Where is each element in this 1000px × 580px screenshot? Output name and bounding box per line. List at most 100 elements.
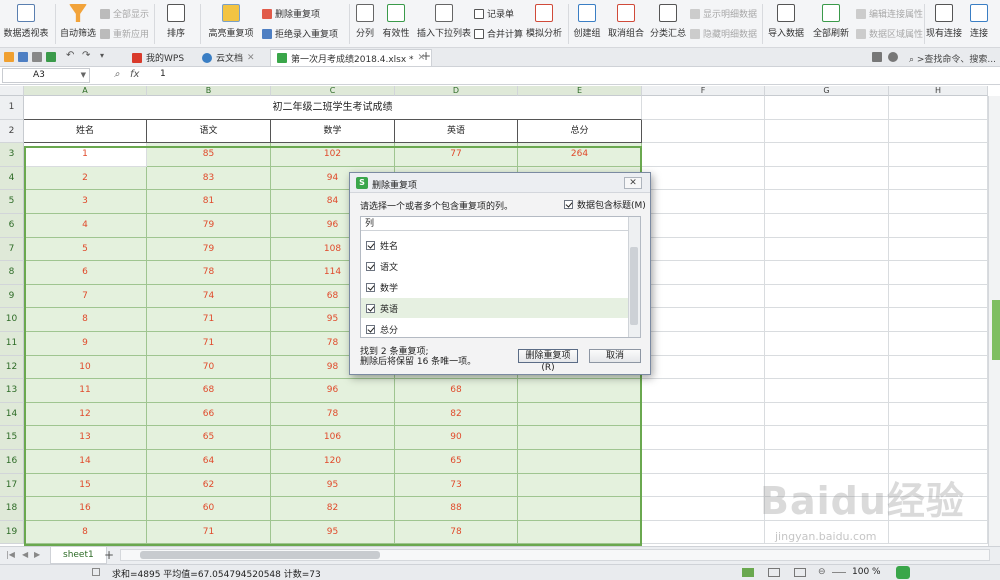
normal-view-icon[interactable] xyxy=(742,568,754,577)
tab-active-document[interactable]: 第一次月考成绩2018.4.xlsx * ✕ xyxy=(270,49,433,66)
row-header[interactable]: 5 xyxy=(0,190,24,214)
empty-cell[interactable] xyxy=(889,119,988,144)
data-cell[interactable]: 4 xyxy=(24,214,147,238)
column-list-item[interactable]: 数学 xyxy=(361,277,629,297)
empty-cell[interactable] xyxy=(889,332,988,356)
row-header[interactable]: 3 xyxy=(0,143,24,167)
data-cell[interactable]: 106 xyxy=(271,426,395,450)
data-cell[interactable]: 64 xyxy=(147,450,271,474)
empty-cell[interactable] xyxy=(642,308,765,332)
data-cell[interactable]: 16 xyxy=(24,497,147,521)
row-header[interactable]: 11 xyxy=(0,332,24,356)
empty-cell[interactable] xyxy=(765,166,889,191)
header-cell[interactable]: 总分 xyxy=(518,119,642,144)
page-layout-icon[interactable] xyxy=(768,568,780,577)
row-header[interactable]: 12 xyxy=(0,355,24,380)
data-cell[interactable] xyxy=(518,402,642,427)
header-cell[interactable]: 数学 xyxy=(271,119,395,144)
row-header[interactable]: 9 xyxy=(0,284,24,309)
tab-cloud-docs[interactable]: 云文档 ✕ xyxy=(196,49,261,66)
close-button[interactable]: ✕ xyxy=(624,177,642,189)
checkbox-checked[interactable] xyxy=(366,240,375,250)
new-tab-icon[interactable]: + xyxy=(421,49,431,63)
highlight-duplicates-button[interactable]: 高亮重复项 xyxy=(204,0,258,48)
empty-cell[interactable] xyxy=(642,379,765,403)
empty-cell[interactable] xyxy=(642,96,765,120)
column-header-e[interactable]: E xyxy=(518,86,642,96)
first-sheet-icon[interactable]: |◀ xyxy=(6,550,15,559)
data-cell[interactable]: 65 xyxy=(147,426,271,450)
print-icon[interactable] xyxy=(32,52,42,62)
header-cell[interactable]: 语文 xyxy=(147,119,271,144)
data-cell[interactable]: 65 xyxy=(395,450,518,474)
data-cell[interactable]: 88 xyxy=(395,497,518,521)
sheet-title-cell[interactable]: 初二年级二班学生考试成绩 xyxy=(24,96,642,120)
data-cell[interactable]: 79 xyxy=(147,237,271,262)
empty-cell[interactable] xyxy=(889,166,988,191)
undo-icon[interactable]: ↶ xyxy=(66,50,76,61)
simulate-analysis-button[interactable]: 模拟分析 xyxy=(524,0,564,48)
empty-cell[interactable] xyxy=(889,402,988,427)
ungroup-button[interactable]: 取消组合 xyxy=(604,0,648,48)
row-header[interactable]: 7 xyxy=(0,237,24,262)
empty-cell[interactable] xyxy=(642,332,765,356)
data-cell[interactable]: 68 xyxy=(147,379,271,403)
empty-cell[interactable] xyxy=(642,520,765,545)
empty-cell[interactable] xyxy=(889,190,988,214)
empty-cell[interactable] xyxy=(889,143,988,167)
data-cell[interactable]: 95 xyxy=(271,473,395,498)
empty-cell[interactable] xyxy=(889,308,988,332)
data-cell[interactable]: 82 xyxy=(271,497,395,521)
column-list-item[interactable]: 姓名 xyxy=(361,235,629,255)
empty-cell[interactable] xyxy=(765,237,889,262)
row-header[interactable]: 8 xyxy=(0,261,24,285)
region-props-button[interactable]: 数据区域属性 xyxy=(856,27,923,40)
active-cell[interactable]: 1 xyxy=(24,143,147,167)
tab-my-wps[interactable]: 我的WPS xyxy=(126,49,190,66)
consolidate-button[interactable]: 合并计算 xyxy=(474,27,523,40)
data-cell[interactable]: 83 xyxy=(147,166,271,191)
row-header[interactable]: 1 xyxy=(0,96,24,120)
reject-duplicates-button[interactable]: 拒绝录入重复项 xyxy=(262,27,338,40)
row-header[interactable]: 10 xyxy=(0,308,24,332)
column-header-g[interactable]: G xyxy=(765,86,889,96)
create-group-button[interactable]: 创建组 xyxy=(570,0,604,48)
data-cell[interactable]: 74 xyxy=(147,284,271,309)
data-cell[interactable]: 2 xyxy=(24,166,147,191)
help-icon[interactable] xyxy=(888,52,898,62)
empty-cell[interactable] xyxy=(642,166,765,191)
data-cell[interactable]: 264 xyxy=(518,143,642,167)
data-cell[interactable]: 78 xyxy=(395,520,518,545)
data-cell[interactable]: 6 xyxy=(24,261,147,285)
zoom-level[interactable]: 100 % xyxy=(852,567,881,577)
empty-cell[interactable] xyxy=(889,261,988,285)
command-search[interactable]: ⌕ >查找命令、搜索... xyxy=(909,52,996,65)
open-folder-icon[interactable] xyxy=(4,52,14,62)
empty-cell[interactable] xyxy=(765,284,889,309)
data-cell[interactable] xyxy=(518,497,642,521)
print-preview-icon[interactable] xyxy=(46,52,56,62)
column-list[interactable]: 列 姓名 语文 数学 英语 总分 xyxy=(360,216,641,338)
row-header[interactable]: 16 xyxy=(0,450,24,474)
data-cell[interactable]: 71 xyxy=(147,332,271,356)
checkbox-checked[interactable] xyxy=(366,261,375,271)
data-cell[interactable]: 78 xyxy=(147,261,271,285)
checkbox-checked[interactable] xyxy=(366,282,375,292)
save-icon[interactable] xyxy=(18,52,28,62)
empty-cell[interactable] xyxy=(642,355,765,380)
row-header[interactable]: 15 xyxy=(0,426,24,450)
column-list-item[interactable]: 语文 xyxy=(361,256,629,276)
data-cell[interactable]: 15 xyxy=(24,473,147,498)
empty-cell[interactable] xyxy=(889,284,988,309)
empty-cell[interactable] xyxy=(765,426,889,450)
import-data-button[interactable]: 导入数据 xyxy=(766,0,806,48)
reapply-button[interactable]: 重新应用 xyxy=(100,27,149,40)
connect-button[interactable]: 连接 xyxy=(964,0,994,48)
data-cell[interactable] xyxy=(518,379,642,403)
row-header[interactable]: 18 xyxy=(0,497,24,521)
select-all-corner[interactable] xyxy=(0,86,24,96)
empty-cell[interactable] xyxy=(642,143,765,167)
checkbox-checked[interactable] xyxy=(366,324,375,334)
empty-cell[interactable] xyxy=(765,308,889,332)
empty-cell[interactable] xyxy=(642,450,765,474)
